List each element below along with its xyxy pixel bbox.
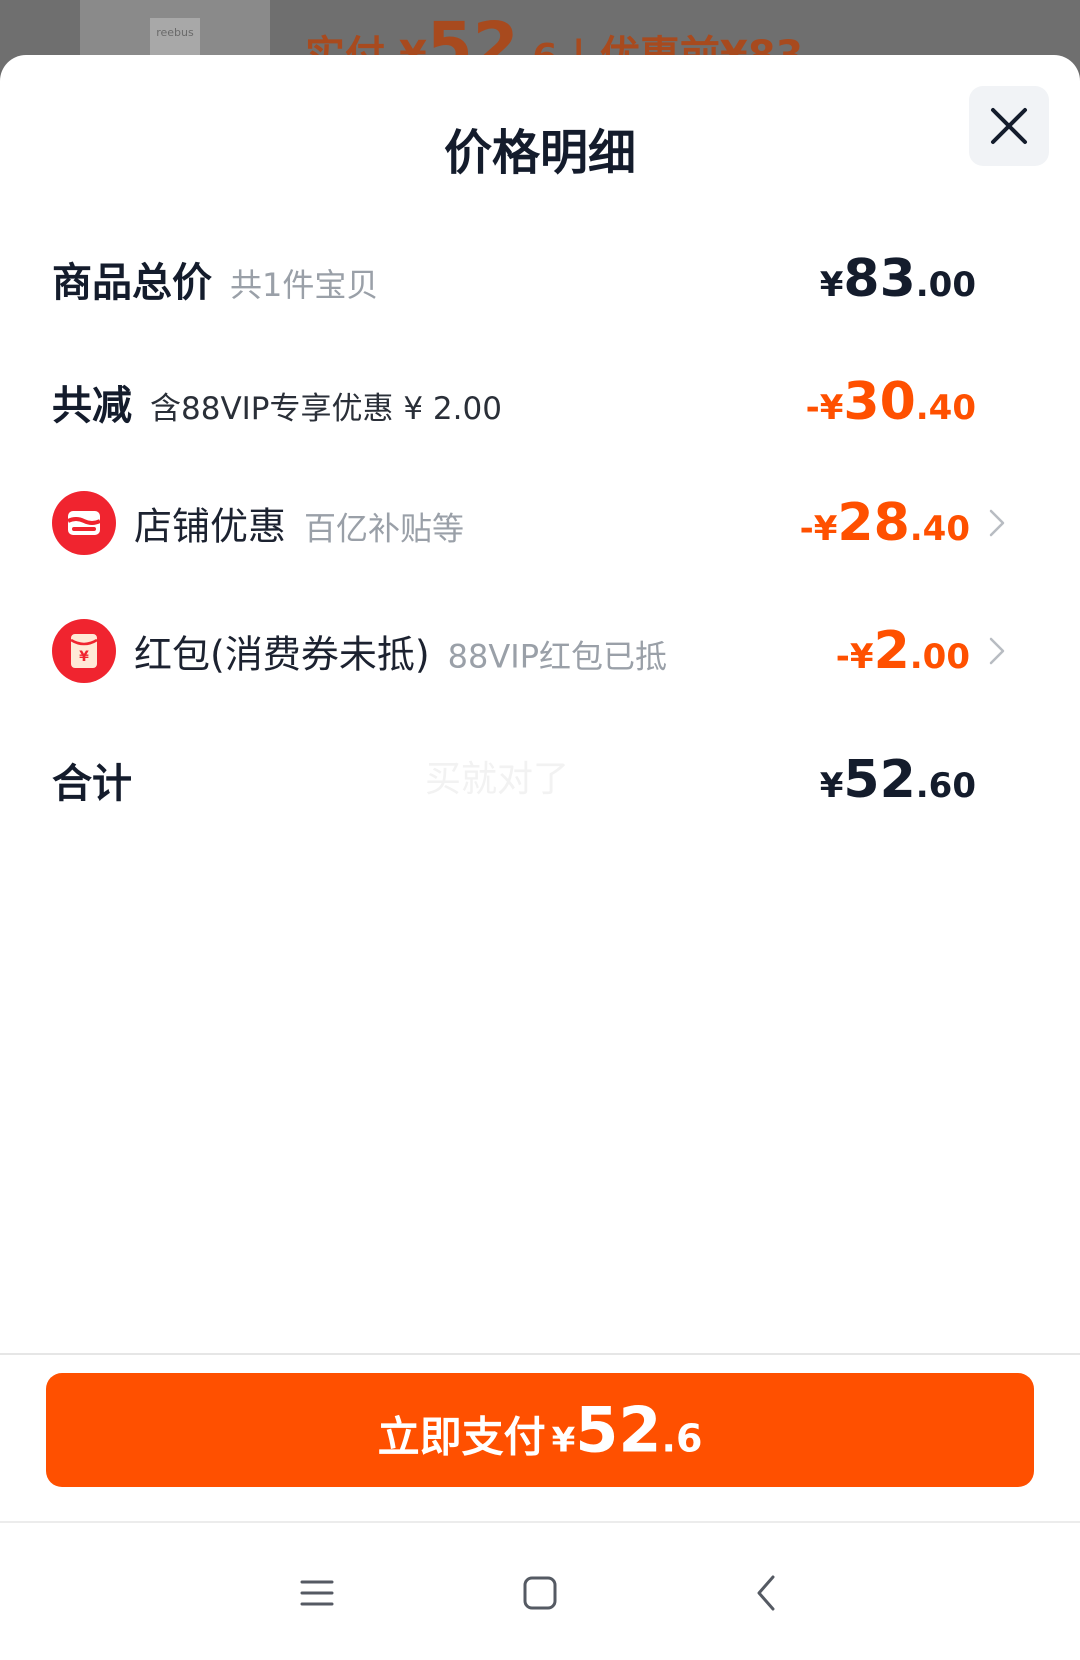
item-total-amount: ¥83.00: [820, 249, 976, 309]
home-square-icon: [523, 1576, 557, 1610]
red-packet-int: 2: [873, 621, 910, 681]
total-discount-int: 30: [843, 372, 916, 432]
row-item-total: 商品总价 共1件宝贝 ¥83.00: [52, 244, 1012, 314]
item-total-dec: .00: [915, 265, 976, 305]
store-discount-label: 店铺优惠: [134, 504, 287, 549]
sheet-title: 价格明细: [443, 125, 636, 181]
menu-icon: [300, 1580, 334, 1606]
item-total-int: 83: [843, 249, 916, 309]
pay-now-button[interactable]: 立即支付 ¥52.6: [46, 1373, 1034, 1487]
pay-now-dec: .6: [661, 1416, 703, 1461]
store-discount-dec: .40: [909, 509, 970, 549]
pay-now-yen: ¥: [551, 1420, 576, 1461]
pay-now-label: 立即支付: [377, 1412, 546, 1462]
red-packet-amount: -¥2.00: [836, 621, 970, 681]
row-store-discount[interactable]: 店铺优惠 百亿补贴等 -¥28.40: [52, 488, 1012, 558]
sum-total-yen: ¥: [819, 766, 844, 806]
nav-menu-button[interactable]: [277, 1553, 357, 1633]
close-icon: [991, 108, 1027, 144]
store-discount-int: 28: [837, 493, 910, 553]
thumbnail-brand-text: reebus: [156, 26, 194, 39]
red-packet-icon-badge: ¥: [52, 619, 116, 683]
sum-total-label-group: 合计: [52, 751, 132, 809]
chevron-right-icon: [989, 637, 1005, 665]
nav-home-button[interactable]: [500, 1553, 580, 1633]
red-packet-note: 88VIP红包已抵: [447, 637, 668, 676]
sum-total-amount: ¥52.60: [820, 750, 976, 810]
back-icon: [757, 1575, 775, 1611]
close-button[interactable]: [969, 86, 1049, 166]
row-red-packet[interactable]: ¥ 红包(消费券未抵) 88VIP红包已抵 -¥2.00: [52, 616, 1012, 686]
row-total-discount: 共减 含88VIP专享优惠 ¥ 2.00 -¥30.40: [52, 367, 1012, 437]
store-discount-prefix: -¥: [799, 509, 838, 549]
total-discount-prefix: -¥: [805, 388, 844, 428]
store-discount-amount: -¥28.40: [800, 493, 970, 553]
store-icon: [67, 511, 101, 535]
total-discount-label: 共减: [52, 383, 132, 429]
total-discount-amount: -¥30.40: [806, 372, 976, 432]
footer-divider: [0, 1353, 1080, 1355]
item-total-yen: ¥: [819, 265, 844, 305]
store-discount-label-group: 店铺优惠 百亿补贴等: [134, 496, 464, 551]
nav-back-button[interactable]: [728, 1553, 808, 1633]
pay-now-content: 立即支付 ¥52.6: [46, 1394, 1034, 1467]
system-navigation-bar: [0, 1521, 1080, 1660]
svg-text:¥: ¥: [79, 649, 89, 665]
price-detail-sheet: 价格明细 商品总价 共1件宝贝 ¥83.00 共减 含88VIP专享优惠 ¥ 2.0…: [0, 55, 1080, 1660]
sum-total-label: 合计: [52, 761, 132, 807]
total-discount-label-group: 共减 含88VIP专享优惠 ¥ 2.00: [52, 373, 502, 431]
red-packet-icon: ¥: [70, 634, 98, 668]
red-packet-label-group: 红包(消费券未抵) 88VIP红包已抵: [134, 624, 667, 679]
total-discount-dec: .40: [915, 388, 976, 428]
chevron-right-icon: [989, 509, 1005, 537]
item-total-label-group: 商品总价 共1件宝贝: [52, 250, 378, 308]
item-count-text: 共1件宝贝: [230, 266, 379, 304]
watermark-text: 买就对了: [425, 759, 570, 800]
pay-now-int: 52: [575, 1393, 662, 1467]
red-packet-label: 红包(消费券未抵): [134, 632, 430, 677]
sum-total-dec: .60: [915, 766, 976, 806]
red-packet-dec: .00: [909, 637, 970, 677]
store-icon-badge: [52, 491, 116, 555]
item-total-label: 商品总价: [52, 260, 212, 306]
store-discount-note: 百亿补贴等: [304, 509, 465, 548]
vip-discount-note: 含88VIP专享优惠 ¥ 2.00: [150, 391, 502, 427]
red-packet-prefix: -¥: [835, 637, 874, 677]
sum-total-int: 52: [843, 750, 916, 810]
